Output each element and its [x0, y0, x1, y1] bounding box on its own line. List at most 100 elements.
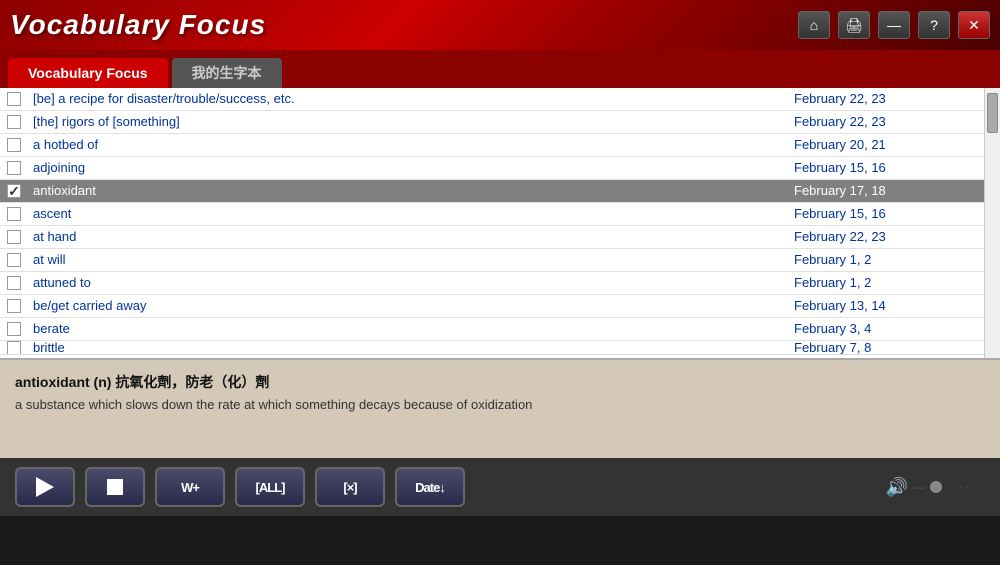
header-bar: Vocabulary Focus ⌂ 🖨 — ? ✕: [0, 0, 1000, 50]
date-cell: February 1, 2: [784, 274, 984, 292]
stop-icon: [107, 479, 123, 495]
date-button[interactable]: Date↓: [395, 467, 465, 507]
tab-vocabulary-focus[interactable]: Vocabulary Focus: [8, 58, 168, 88]
scrollbar[interactable]: [984, 88, 1000, 358]
date-cell: February 22, 23: [784, 90, 984, 108]
word-text: at hand: [33, 229, 76, 244]
word-text: at will: [33, 252, 66, 267]
date-cell: February 22, 23: [784, 113, 984, 131]
checkbox-cell[interactable]: [0, 161, 28, 175]
date-cell: February 1, 2: [784, 251, 984, 269]
volume-area: 🔊 — ······: [886, 477, 985, 498]
all-button[interactable]: [ALL]: [235, 467, 305, 507]
help-button[interactable]: ?: [918, 11, 950, 39]
row-checkbox[interactable]: [7, 276, 21, 290]
date-text: February 22, 23: [794, 114, 886, 129]
vocab-list: [be] a recipe for disaster/trouble/succe…: [0, 88, 1000, 358]
row-checkbox-checked[interactable]: ✓: [7, 184, 21, 198]
table-row[interactable]: a hotbed of February 20, 21: [0, 134, 984, 157]
stop-button[interactable]: [85, 467, 145, 507]
minimize-icon: —: [887, 17, 901, 33]
bottom-toolbar: W+ [ALL] [×] Date↓ 🔊 — ······: [0, 458, 1000, 516]
checkbox-cell[interactable]: [0, 299, 28, 313]
table-row[interactable]: brittle February 7, 8: [0, 341, 984, 355]
word-text: be/get carried away: [33, 298, 146, 313]
close-button[interactable]: ✕: [958, 11, 990, 39]
volume-knob[interactable]: [930, 481, 942, 493]
row-checkbox[interactable]: [7, 115, 21, 129]
checkbox-cell[interactable]: [0, 276, 28, 290]
checkbox-cell[interactable]: [0, 253, 28, 267]
help-icon: ?: [930, 17, 938, 33]
date-text: February 1, 2: [794, 275, 871, 290]
checkbox-cell[interactable]: [0, 207, 28, 221]
scrollbar-thumb[interactable]: [987, 93, 998, 133]
table-row[interactable]: ascent February 15, 16: [0, 203, 984, 226]
table-row[interactable]: berate February 3, 4: [0, 318, 984, 341]
checkbox-cell[interactable]: [0, 341, 28, 355]
check-icon: ✓: [8, 183, 20, 200]
row-checkbox[interactable]: [7, 207, 21, 221]
checkbox-cell[interactable]: [0, 92, 28, 106]
word-text: antioxidant: [33, 183, 96, 198]
word-text: berate: [33, 321, 70, 336]
play-button[interactable]: [15, 467, 75, 507]
date-cell: February 17, 18: [784, 182, 984, 200]
date-cell: February 13, 14: [784, 297, 984, 315]
table-row[interactable]: be/get carried away February 13, 14: [0, 295, 984, 318]
word-cell: [the] rigors of [something]: [28, 113, 784, 131]
row-checkbox[interactable]: [7, 253, 21, 267]
checkbox-cell[interactable]: [0, 138, 28, 152]
word-cell: [be] a recipe for disaster/trouble/succe…: [28, 90, 784, 108]
w-plus-button[interactable]: W+: [155, 467, 225, 507]
word-cell: a hotbed of: [28, 136, 784, 154]
table-row[interactable]: attuned to February 1, 2: [0, 272, 984, 295]
date-text: February 15, 16: [794, 160, 886, 175]
checkbox-cell[interactable]: [0, 322, 28, 336]
checkbox-cell[interactable]: ✓: [0, 184, 28, 198]
row-checkbox[interactable]: [7, 230, 21, 244]
word-text: [be] a recipe for disaster/trouble/succe…: [33, 91, 295, 106]
volume-dots-left: —: [913, 480, 925, 494]
tab-bar: Vocabulary Focus 我的生字本: [0, 50, 1000, 88]
date-text: February 7, 8: [794, 341, 871, 355]
date-cell: February 7, 8: [784, 341, 984, 355]
date-text: February 17, 18: [794, 183, 886, 198]
x-button[interactable]: [×]: [315, 467, 385, 507]
table-row[interactable]: [be] a recipe for disaster/trouble/succe…: [0, 88, 984, 111]
date-cell: February 15, 16: [784, 205, 984, 223]
date-text: February 20, 21: [794, 137, 886, 152]
row-checkbox[interactable]: [7, 322, 21, 336]
table-row[interactable]: [the] rigors of [something] February 22,…: [0, 111, 984, 134]
word-cell: berate: [28, 320, 784, 338]
date-label: Date↓: [415, 480, 445, 495]
checkbox-cell[interactable]: [0, 115, 28, 129]
print-button[interactable]: 🖨: [838, 11, 870, 39]
date-text: February 22, 23: [794, 229, 886, 244]
table-row[interactable]: at will February 1, 2: [0, 249, 984, 272]
all-label: [ALL]: [256, 480, 285, 495]
row-checkbox[interactable]: [7, 138, 21, 152]
tab-my-wordbook[interactable]: 我的生字本: [172, 58, 282, 88]
print-icon: 🖨: [845, 17, 863, 34]
table-row[interactable]: adjoining February 15, 16: [0, 157, 984, 180]
row-checkbox[interactable]: [7, 341, 21, 355]
word-text: adjoining: [33, 160, 85, 175]
row-checkbox[interactable]: [7, 299, 21, 313]
word-cell: at will: [28, 251, 784, 269]
date-text: February 13, 14: [794, 298, 886, 313]
word-text: a hotbed of: [33, 137, 98, 152]
row-checkbox[interactable]: [7, 92, 21, 106]
date-cell: February 22, 23: [784, 228, 984, 246]
table-row[interactable]: at hand February 22, 23: [0, 226, 984, 249]
date-cell: February 3, 4: [784, 320, 984, 338]
date-text: February 3, 4: [794, 321, 871, 336]
row-checkbox[interactable]: [7, 161, 21, 175]
checkbox-cell[interactable]: [0, 230, 28, 244]
definition-english: a substance which slows down the rate at…: [15, 397, 985, 412]
volume-icon[interactable]: 🔊: [886, 477, 908, 498]
minimize-button[interactable]: —: [878, 11, 910, 39]
home-icon: ⌂: [810, 17, 818, 33]
home-button[interactable]: ⌂: [798, 11, 830, 39]
table-row-selected[interactable]: ✓ antioxidant February 17, 18: [0, 180, 984, 203]
